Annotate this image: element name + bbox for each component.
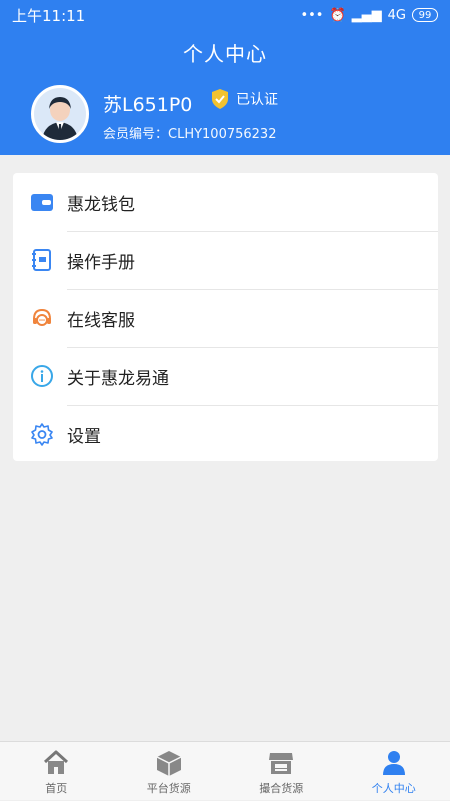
member-id: 会员编号：CLHY100756232 bbox=[103, 123, 276, 142]
status-icons: ••• ⏰ ▂▄▆ 4G 99 bbox=[300, 8, 438, 23]
page-title: 个人中心 bbox=[0, 38, 450, 67]
menu-item-label: 操作手册 bbox=[67, 248, 135, 273]
more-dots-icon: ••• bbox=[300, 8, 323, 23]
nav-item-platform-cargo[interactable]: 平台货源 bbox=[113, 742, 226, 801]
shield-check-icon bbox=[210, 88, 230, 110]
user-icon bbox=[380, 749, 408, 777]
wallet-icon bbox=[30, 190, 54, 214]
menu-item-label: 惠龙钱包 bbox=[67, 190, 135, 215]
verified-badge: 已认证 bbox=[210, 88, 278, 110]
manual-icon bbox=[30, 248, 54, 272]
verified-label: 已认证 bbox=[236, 89, 278, 109]
customer-service-icon bbox=[30, 306, 54, 330]
profile-header: 个人中心 苏L651P0 已认证 会员编号：CLHY100756232 bbox=[0, 30, 450, 155]
alarm-icon: ⏰ bbox=[329, 8, 345, 23]
battery-level: 99 bbox=[419, 10, 432, 21]
store-icon bbox=[267, 749, 295, 777]
menu-item-manual[interactable]: 操作手册 bbox=[13, 231, 438, 289]
box-icon bbox=[155, 749, 183, 777]
nav-label: 平台货源 bbox=[147, 780, 191, 796]
info-icon bbox=[30, 364, 54, 388]
menu-card: 惠龙钱包 操作手册 在线客服 关于惠龙易通 bbox=[13, 173, 438, 461]
nav-label: 个人中心 bbox=[372, 780, 416, 796]
nav-label: 首页 bbox=[45, 780, 67, 796]
avatar[interactable] bbox=[31, 85, 89, 143]
menu-item-about[interactable]: 关于惠龙易通 bbox=[13, 347, 438, 405]
status-time: 上午11:11 bbox=[12, 5, 85, 26]
menu-item-wallet[interactable]: 惠龙钱包 bbox=[13, 173, 438, 231]
nav-item-matching-cargo[interactable]: 撮合货源 bbox=[225, 742, 338, 801]
menu-item-label: 设置 bbox=[67, 422, 101, 447]
nav-label: 撮合货源 bbox=[259, 780, 303, 796]
nav-item-home[interactable]: 首页 bbox=[0, 742, 113, 801]
menu-item-customer-service[interactable]: 在线客服 bbox=[13, 289, 438, 347]
menu-item-label: 关于惠龙易通 bbox=[67, 364, 169, 389]
username: 苏L651P0 bbox=[103, 90, 192, 117]
menu-item-label: 在线客服 bbox=[67, 306, 135, 331]
home-icon bbox=[42, 749, 70, 777]
bottom-nav: 首页 平台货源 撮合货源 个人中心 bbox=[0, 741, 450, 800]
status-bar: 上午11:11 ••• ⏰ ▂▄▆ 4G 99 bbox=[0, 0, 450, 30]
battery-icon: 99 bbox=[412, 8, 438, 22]
menu-item-settings[interactable]: 设置 bbox=[13, 405, 438, 463]
user-avatar-icon bbox=[34, 88, 86, 140]
network-type: 4G bbox=[388, 8, 406, 23]
nav-item-profile[interactable]: 个人中心 bbox=[338, 742, 450, 801]
gear-icon bbox=[30, 422, 54, 446]
signal-icon: ▂▄▆ bbox=[352, 8, 382, 23]
